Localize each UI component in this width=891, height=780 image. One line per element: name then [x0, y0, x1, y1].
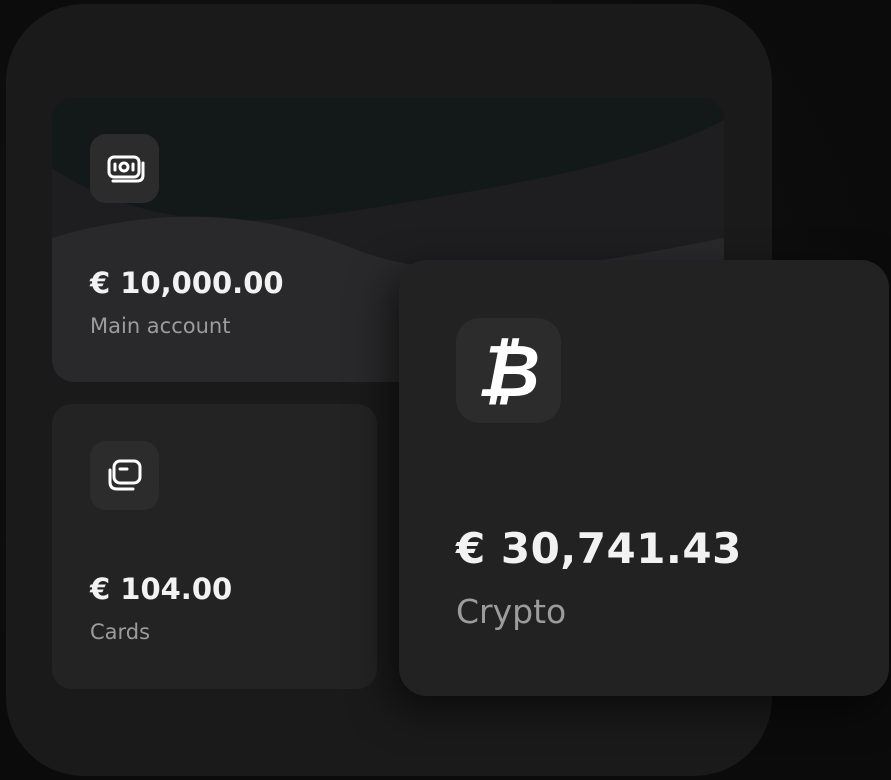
main-account-label: Main account: [90, 314, 231, 338]
cards-label: Cards: [90, 620, 151, 644]
cards-icon-tile: [90, 441, 159, 510]
crypto-account-card[interactable]: ₿ € 30,741.43 Crypto: [399, 260, 889, 696]
accounts-showcase: € 10,000.00 Main account € 104.00 Cards …: [0, 0, 891, 780]
main-account-balance: € 10,000.00: [90, 266, 284, 300]
banknotes-icon: [107, 155, 144, 182]
cards-balance: € 104.00: [90, 572, 233, 606]
bitcoin-icon: ₿: [476, 328, 541, 413]
crypto-icon-tile: ₿: [456, 318, 561, 423]
crypto-balance: € 30,741.43: [456, 524, 742, 573]
crypto-label: Crypto: [456, 592, 567, 631]
cards-account-card[interactable]: € 104.00 Cards: [52, 404, 377, 689]
cards-icon: [108, 459, 141, 490]
main-account-icon-tile: [90, 134, 159, 203]
